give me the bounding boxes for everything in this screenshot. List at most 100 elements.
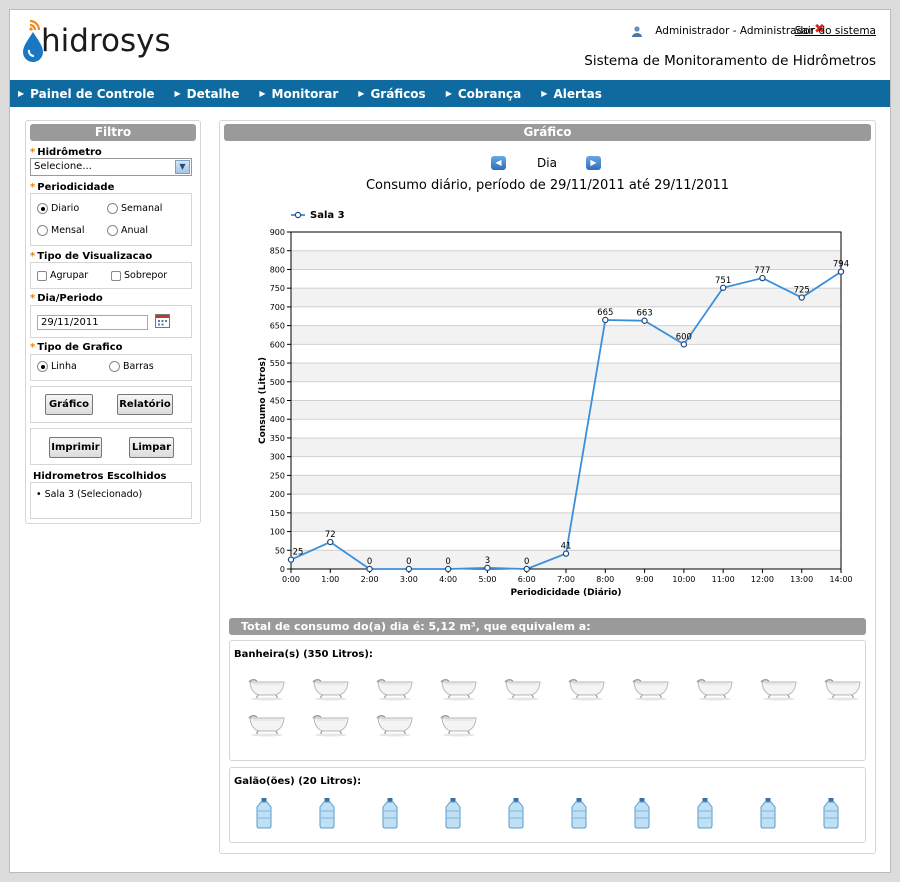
hidrometro-select[interactable]: Selecione... ▼ (30, 158, 192, 176)
y-tick-label: 150 (270, 509, 285, 518)
bathtub-icon (235, 705, 299, 741)
water-jug-icon (673, 795, 736, 831)
check-agrupar[interactable]: Agrupar (37, 270, 88, 281)
water-jug-icon (547, 795, 610, 831)
y-tick-label: 0 (280, 565, 285, 574)
y-axis-label: Consumo (Litros) (258, 357, 268, 444)
data-label: 0 (445, 557, 450, 567)
list-item: • Sala 3 (Selecionado) (36, 489, 143, 500)
nav-item-label: Monitorar (271, 86, 339, 101)
nav-item-3[interactable]: ▶ Gráficos (358, 87, 425, 101)
filter-title: Filtro (30, 124, 196, 141)
y-tick-label: 750 (270, 284, 285, 293)
nav-item-2[interactable]: ▶ Monitorar (259, 87, 338, 101)
water-jug-icon (358, 795, 421, 831)
bathtub-icon (747, 669, 811, 705)
y-tick-label: 100 (270, 528, 285, 537)
data-label: 663 (636, 309, 652, 319)
plot-band (291, 400, 841, 420)
radio-anual-circle (107, 225, 118, 236)
data-label: 777 (754, 266, 770, 276)
x-tick-label: 10:00 (672, 575, 695, 584)
data-point (719, 284, 727, 291)
x-tick-label: 3:00 (400, 575, 418, 584)
radio-mensal[interactable]: Mensal (37, 225, 84, 236)
grafico-button[interactable]: Gráfico (45, 394, 93, 415)
y-tick-label: 850 (270, 247, 285, 256)
check-sobrepor[interactable]: Sobrepor (111, 270, 167, 281)
radio-semanal-circle (107, 203, 118, 214)
plot-band (291, 381, 841, 401)
water-jug-icon (295, 795, 358, 831)
data-label: 72 (325, 530, 336, 540)
nav-item-0[interactable]: ▶ Painel de Controle (18, 87, 154, 101)
user-icon (631, 25, 643, 37)
x-tick-label: 11:00 (712, 575, 735, 584)
check-sobrepor-box (111, 270, 121, 281)
banheira-label: Banheira(s) (350 Litros): (234, 649, 373, 660)
x-tick-label: 0:00 (282, 575, 300, 584)
nav-item-label: Alertas (553, 86, 602, 101)
bathtub-icon (299, 705, 363, 741)
main-nav: ▶ Painel de Controle ▶ Detalhe ▶ Monitorar ▶ Gr… (10, 80, 890, 107)
y-tick-label: 550 (270, 359, 285, 368)
arrow-left-icon: ◀ (495, 158, 502, 167)
prev-period-button[interactable]: ◀ (491, 156, 506, 170)
next-period-button[interactable]: ▶ (586, 156, 601, 170)
data-label: 751 (715, 276, 731, 286)
escolhidos-list (30, 482, 192, 519)
radio-barras-circle (109, 361, 120, 372)
radio-barras[interactable]: Barras (109, 361, 154, 372)
visualizacao-label: * Tipo de Visualizacao (30, 251, 153, 262)
limpar-button[interactable]: Limpar (129, 437, 174, 458)
nav-item-4[interactable]: ▶ Cobrança (446, 87, 522, 101)
x-axis-label: Periodicidade (Diário) (510, 588, 621, 598)
periodicidade-group (30, 193, 192, 246)
data-point (444, 565, 452, 573)
calendar-icon[interactable] (155, 314, 170, 328)
dia-input[interactable]: 29/11/2011 (37, 315, 148, 330)
nav-item-1[interactable]: ▶ Detalhe (174, 87, 239, 101)
imprimir-button[interactable]: Imprimir (49, 437, 102, 458)
relatorio-button[interactable]: Relatório (117, 394, 173, 415)
y-tick-label: 900 (270, 228, 285, 237)
water-jug-icon (736, 795, 799, 831)
periodicidade-label: * Periodicidade (30, 182, 115, 193)
grafico-type-label: * Tipo de Grafico (30, 342, 123, 353)
data-label: 725 (794, 286, 810, 296)
radio-mensal-circle (37, 225, 48, 236)
y-tick-label: 500 (270, 378, 285, 387)
x-tick-label: 7:00 (557, 575, 575, 584)
y-tick-label: 400 (270, 415, 285, 424)
chart-svg: 0501001502002503003504004505005506006507… (258, 210, 853, 598)
plot-band (291, 419, 841, 438)
x-tick-label: 9:00 (636, 575, 654, 584)
nav-arrow-icon: ▶ (18, 89, 25, 98)
data-point (327, 538, 334, 546)
data-point (798, 294, 805, 301)
radio-diario[interactable]: Diario (37, 203, 79, 214)
y-tick-label: 600 (270, 340, 285, 349)
graph-title: Gráfico (224, 124, 871, 141)
nav-item-label: Cobrança (457, 86, 522, 101)
bathtub-icon (363, 705, 427, 741)
nav-item-label: Detalhe (186, 86, 240, 101)
radio-linha[interactable]: Linha (37, 361, 77, 372)
x-tick-label: 8:00 (596, 575, 614, 584)
data-point (562, 550, 570, 557)
radio-semanal[interactable]: Semanal (107, 203, 162, 214)
x-tick-label: 5:00 (478, 575, 496, 584)
user-name: Administrador - Administrador (655, 25, 814, 37)
nav-arrow-icon: ▶ (174, 89, 181, 98)
y-tick-label: 50 (275, 546, 285, 555)
radio-anual[interactable]: Anual (107, 225, 148, 236)
logout-link[interactable]: Sair do sistema (795, 25, 876, 37)
data-label: 0 (367, 557, 372, 567)
bathtub-icon (235, 669, 299, 705)
data-point (680, 341, 688, 348)
y-tick-label: 200 (270, 490, 285, 499)
nav-item-5[interactable]: ▶ Alertas (541, 87, 602, 101)
data-point (602, 316, 609, 324)
data-label: 665 (597, 308, 613, 318)
plot-band (291, 512, 841, 532)
